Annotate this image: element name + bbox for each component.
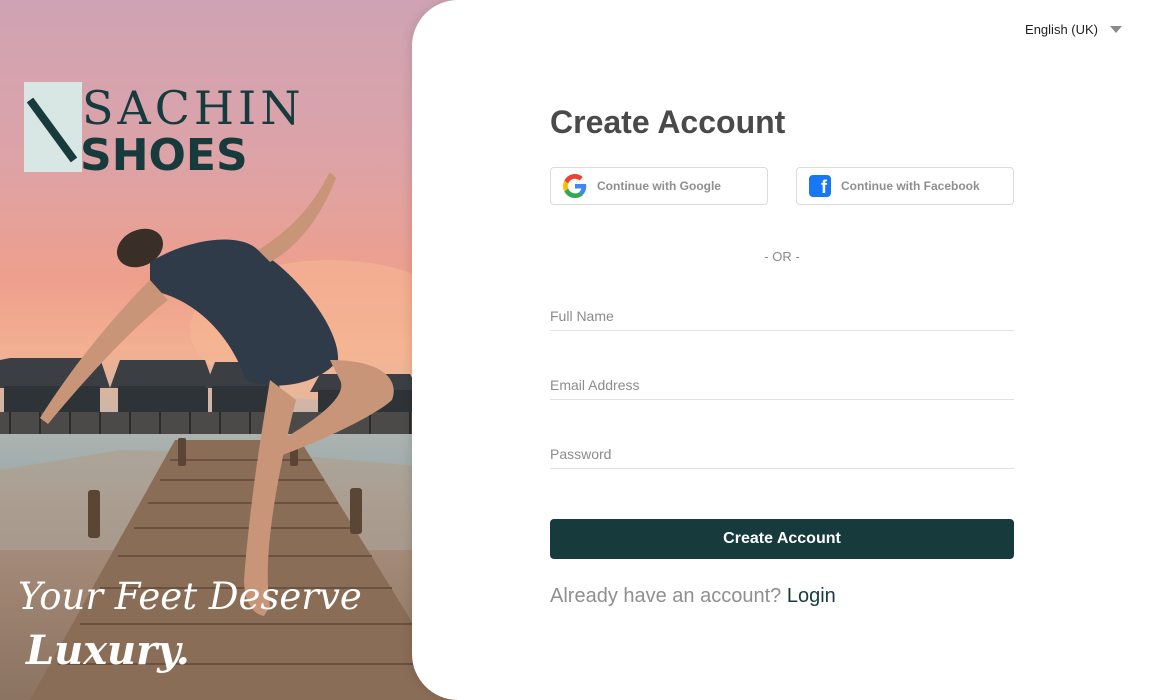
create-account-button[interactable]: Create Account xyxy=(550,519,1014,559)
google-icon xyxy=(563,174,587,198)
hero-tagline: Your Feet Deserve Luxury. xyxy=(18,572,362,680)
brand-line2: SHOES xyxy=(80,130,248,178)
email-field xyxy=(550,373,1014,400)
login-prompt: Already have an account? Login xyxy=(550,585,1014,608)
chevron-down-icon xyxy=(1110,26,1122,33)
or-divider: - OR - xyxy=(764,249,800,264)
google-login-label: Continue with Google xyxy=(597,179,721,193)
password-input[interactable] xyxy=(550,442,1014,466)
email-input[interactable] xyxy=(550,373,1014,397)
language-selector[interactable]: English (UK) xyxy=(1025,22,1122,37)
password-field xyxy=(550,442,1014,469)
signup-form: Create Account Continue with Google f Co… xyxy=(550,100,1014,608)
facebook-icon: f xyxy=(809,175,831,197)
hero-panel: SACHIN SHOES Your Feet Deserve Luxury. xyxy=(0,0,460,700)
google-login-button[interactable]: Continue with Google xyxy=(550,167,768,205)
language-label: English (UK) xyxy=(1025,22,1098,37)
facebook-login-label: Continue with Facebook xyxy=(841,179,980,193)
login-prompt-text: Already have an account? xyxy=(550,585,782,607)
tagline-line1: Your Feet Deserve xyxy=(18,575,362,618)
tagline-line2: Luxury. xyxy=(26,627,190,674)
login-link[interactable]: Login xyxy=(787,585,836,607)
social-login-row: Continue with Google f Continue with Fac… xyxy=(550,167,1014,205)
brand-line1: SACHIN xyxy=(82,81,304,135)
full-name-field xyxy=(550,304,1014,331)
facebook-login-button[interactable]: f Continue with Facebook xyxy=(796,167,1014,205)
page-title: Create Account xyxy=(550,104,786,140)
brand-logo: SACHIN SHOES xyxy=(24,81,304,178)
full-name-input[interactable] xyxy=(550,304,1014,328)
